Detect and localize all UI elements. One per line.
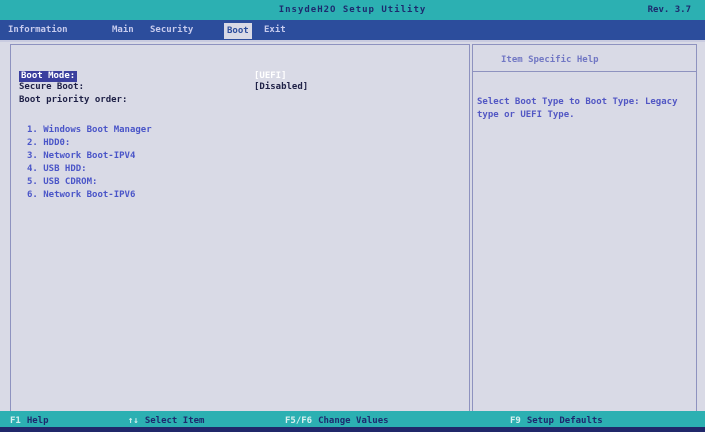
- help-panel: Item Specific Help Select Boot Type to B…: [472, 44, 697, 412]
- secure-boot-value[interactable]: [Disabled]: [254, 82, 308, 93]
- footer-select-label: Select Item: [144, 416, 205, 426]
- footer-change-values: F5/F6 Change Values: [285, 416, 389, 426]
- boot-mode-label: Boot Mode:: [19, 71, 78, 82]
- boot-mode-value[interactable]: [UEFI]: [254, 71, 287, 82]
- footer-setup-defaults: F9 Setup Defaults: [510, 416, 603, 426]
- footer-change-label: Change Values: [318, 416, 389, 426]
- boot-priority-heading-text: Boot priority order:: [19, 95, 128, 105]
- tab-information[interactable]: Information: [8, 25, 68, 35]
- f1-key: F1: [10, 416, 21, 426]
- secure-boot-label: Secure Boot:: [19, 82, 85, 92]
- revision-label: Rev. 3.7: [647, 5, 691, 15]
- arrow-keys: ↑↓: [128, 416, 139, 426]
- boot-order-item[interactable]: 4. USB HDD:: [27, 164, 87, 174]
- f9-key: F9: [510, 416, 521, 426]
- boot-order-item[interactable]: 3. Network Boot-IPV4: [27, 151, 135, 161]
- utility-title: InsydeH2O Setup Utility: [278, 5, 427, 15]
- menu-bar: Information Main Security Boot Exit: [0, 20, 705, 42]
- settings-panel: Boot Mode: [UEFI] Secure Boot: [Disabled…: [10, 44, 470, 412]
- boot-order-item[interactable]: 2. HDD0:: [27, 138, 70, 148]
- tab-security[interactable]: Security: [150, 25, 193, 35]
- help-title: Item Specific Help: [501, 55, 599, 65]
- boot-order-item[interactable]: 5. USB CDROM:: [27, 177, 97, 187]
- help-text: Select Boot Type to Boot Type: Legacy ty…: [477, 97, 678, 120]
- tab-exit[interactable]: Exit: [264, 25, 286, 35]
- tab-main[interactable]: Main: [112, 25, 134, 35]
- footer-select-item: ↑↓ Select Item: [128, 416, 204, 426]
- f5-f6-key: F5/F6: [285, 416, 313, 426]
- footer-help-label: Help: [26, 416, 49, 426]
- boot-order-item[interactable]: 1. Windows Boot Manager: [27, 125, 152, 135]
- footer-help: F1 Help: [10, 416, 49, 426]
- help-header: Item Specific Help: [473, 45, 696, 72]
- title-bar: InsydeH2O Setup Utility Rev. 3.7: [0, 0, 705, 20]
- footer-strip: [0, 427, 705, 432]
- boot-order-item[interactable]: 6. Network Boot-IPV6: [27, 190, 135, 200]
- footer-defaults-label: Setup Defaults: [526, 416, 603, 426]
- tab-boot[interactable]: Boot: [224, 23, 252, 39]
- bios-screen: InsydeH2O Setup Utility Rev. 3.7 Informa…: [0, 0, 705, 432]
